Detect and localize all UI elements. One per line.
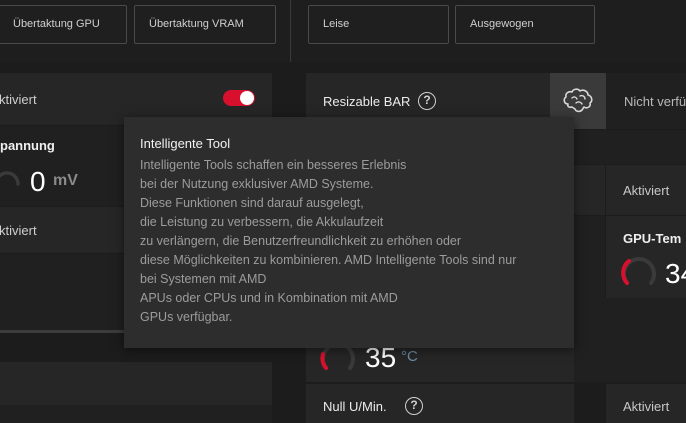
right-status-filler [574, 165, 605, 215]
right-status-row: Aktiviert [606, 165, 686, 215]
top-toolbar: Übertaktung GPU Übertaktung VRAM Leise A… [0, 0, 686, 62]
tooltip-title: Intelligente Tool [140, 136, 231, 151]
zero-rpm-row: Null U/Min. ? [306, 384, 574, 423]
toolbar-divider [290, 0, 291, 62]
right-status-text: Aktiviert [623, 183, 670, 198]
right-bottom-filler [574, 298, 686, 382]
tooltip-line: Diese Funktionen sind darauf ausgelegt, [140, 196, 364, 210]
question-circle-icon[interactable]: ? [405, 397, 423, 415]
question-circle-icon[interactable]: ? [418, 92, 436, 110]
tooltip-line: APUs oder CPUs und in Kombination mit AM… [140, 291, 398, 305]
voltage-panel: pannung 0 mV [0, 126, 124, 206]
voltage-gauge-icon [0, 171, 20, 186]
voltage-unit: mV [53, 172, 78, 189]
left-bottom-row [0, 362, 272, 405]
enable-toggle[interactable] [223, 90, 255, 106]
tooltip-line: Intelligente Tools schaffen ein besseres… [140, 158, 407, 172]
preset-button-balanced[interactable]: Ausgewogen [455, 5, 595, 44]
temperature-unit: °C [401, 348, 418, 365]
left-toggle-status: ktiviert [0, 92, 37, 107]
tooltip-line: zu verlängern, die Benutzerfreundlichkei… [140, 234, 462, 248]
tooltip-line: bei Systemen mit AMD [140, 272, 267, 286]
voltage-title: pannung [0, 138, 55, 153]
zero-rpm-label: Null U/Min. [323, 399, 387, 414]
left-status-row: ktiviert [0, 207, 124, 253]
preset-button-overclock-vram[interactable]: Übertaktung VRAM [134, 5, 276, 44]
gpu-temp-panel: GPU-Tem 34 [606, 216, 686, 298]
right-mid-filler [574, 216, 605, 298]
zero-rpm-value-box: Aktiviert [606, 384, 686, 423]
preset-button-quiet[interactable]: Leise [308, 5, 449, 44]
tooltip-line: bei der Nutzung exklusiver AMD Systeme. [140, 177, 374, 191]
resizable-bar-label: Resizable BAR [323, 94, 411, 109]
gpu-temp-title: GPU-Tem [623, 231, 682, 246]
brain-icon [563, 88, 593, 113]
gpu-temp-gauge-icon [621, 257, 656, 285]
zero-rpm-value: Aktiviert [623, 399, 670, 414]
resizable-bar-value: Nicht verfü [624, 94, 686, 109]
tooltip-line: diese Möglichkeiten zu kombinieren. AMD … [140, 253, 517, 267]
left-status-text: ktiviert [0, 223, 37, 238]
gpu-temp-value: 34 [665, 258, 686, 289]
resizable-bar-value-box: Nicht verfü [606, 73, 686, 129]
toggle-knob [240, 91, 254, 105]
voltage-value: 0 [30, 166, 46, 197]
intelligent-tools-tooltip: Intelligente Tool Intelligente Tools sch… [124, 117, 574, 348]
left-divider [0, 330, 124, 333]
left-footer [0, 405, 272, 423]
tooltip-line: GPUs verfügbar. [140, 310, 233, 324]
preset-button-overclock-gpu[interactable]: Übertaktung GPU [0, 5, 127, 44]
left-empty-panel [0, 254, 124, 332]
tooltip-line: die Leistung zu verbessern, die Akkulauf… [140, 215, 384, 229]
